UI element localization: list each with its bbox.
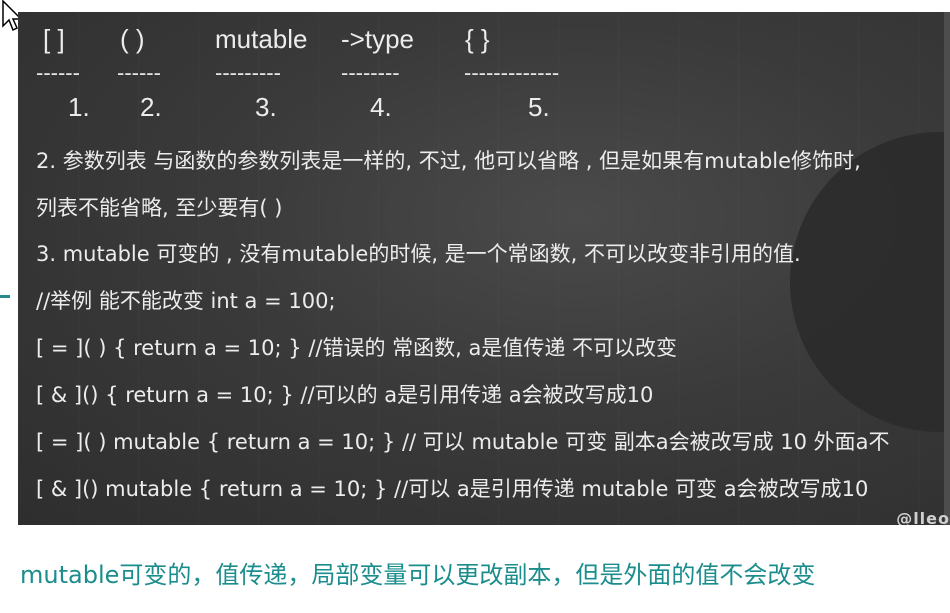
syntax-capture: [ ] [43, 24, 65, 54]
number-1: 1. [68, 92, 90, 122]
syntax-body: { } [465, 24, 490, 54]
watermark: @lleo [896, 509, 950, 525]
caption-note: mutable可变的，值传递，局部变量可以更改副本，但是外面的值不会改变 [20, 561, 816, 589]
text-line-1: 2. 参数列表 与函数的参数列表是一样的, 不过, 他可以省略 , 但是如果有m… [36, 149, 861, 173]
text-line-3: 3. mutable 可变的 , 没有mutable的时候, 是一个常函数, 不… [36, 242, 801, 266]
text-line-2: 列表不能省略, 至少要有( ) [36, 196, 283, 220]
text-line-4: //举例 能不能改变 int a = 100; [36, 289, 336, 313]
dash-4: -------- [341, 60, 400, 85]
number-4: 4. [370, 92, 392, 122]
code-line-4: [ & ]() mutable { return a = 10; } //可以 … [36, 477, 869, 501]
syntax-mutable: mutable [215, 24, 308, 54]
number-5: 5. [528, 92, 550, 122]
dash-5: ------------- [464, 60, 560, 85]
code-line-1: [ = ]( ) { return a = 10; } //错误的 常函数, a… [36, 336, 678, 360]
syntax-params: ( ) [120, 24, 145, 54]
side-marker [0, 295, 10, 298]
dash-2: ------ [117, 60, 161, 85]
video-frame: [ ] ( ) mutable ->type { } ------ ------… [18, 12, 950, 525]
code-line-2: [ & ]() { return a = 10; } //可以的 a是引用传递 … [36, 383, 654, 407]
dash-3: --------- [215, 60, 281, 85]
dash-1: ------ [36, 60, 80, 85]
number-2: 2. [140, 92, 162, 122]
number-3: 3. [255, 92, 277, 122]
code-line-3: [ = ]( ) mutable { return a = 10; } // 可… [36, 430, 890, 454]
right-edge-bar [944, 12, 950, 525]
syntax-return-type: ->type [341, 24, 414, 54]
